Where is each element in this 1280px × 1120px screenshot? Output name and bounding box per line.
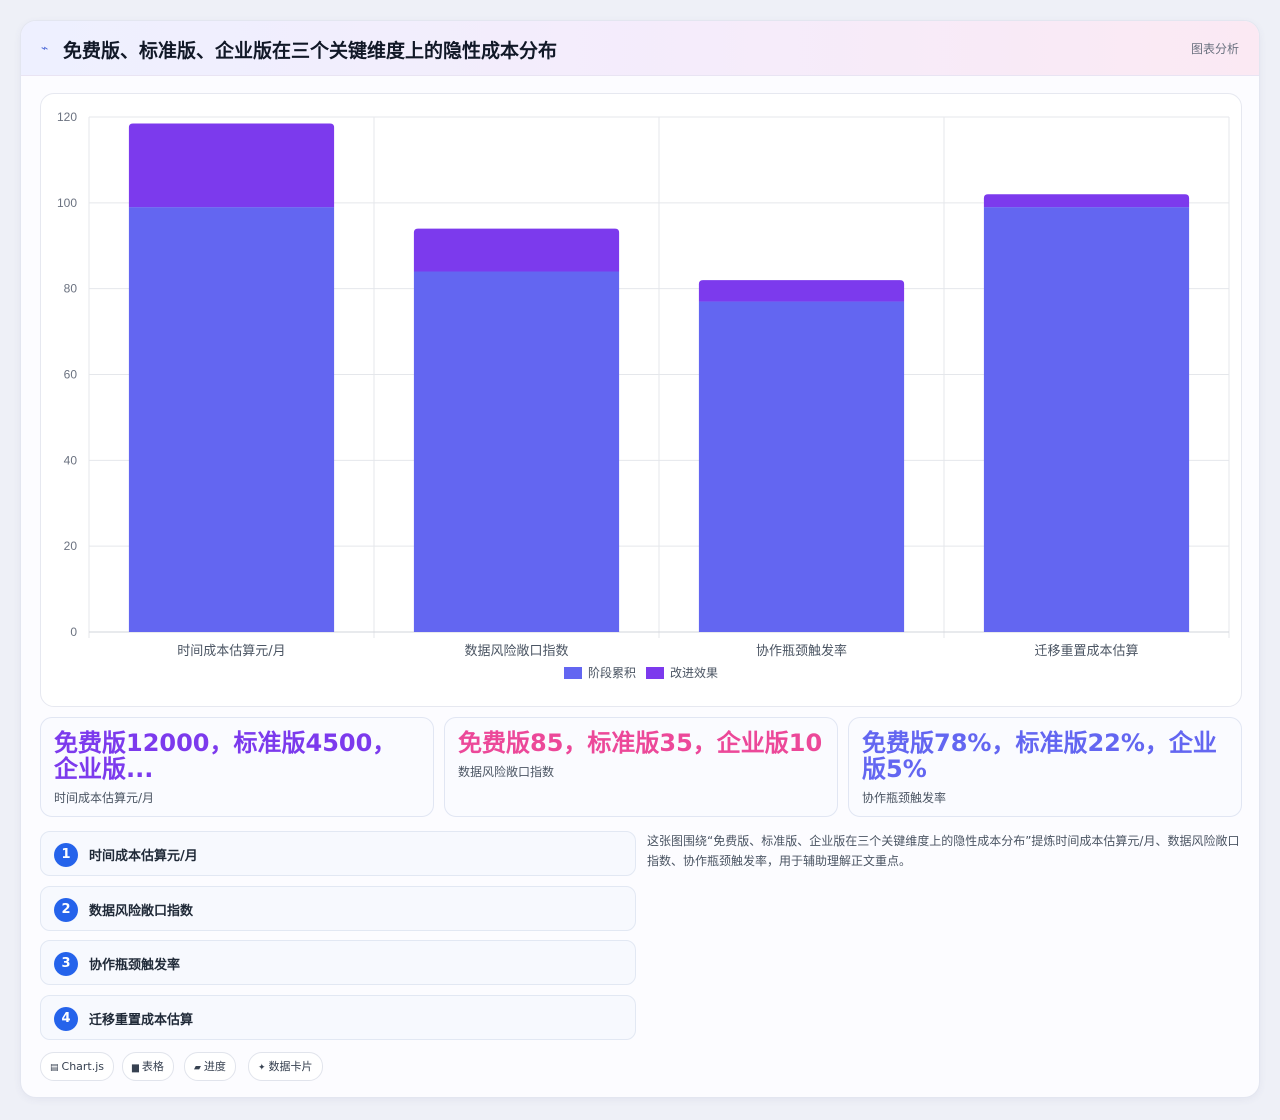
chip-label: 进度: [203, 1060, 226, 1073]
chip-table[interactable]: ▆ 表格: [122, 1052, 174, 1081]
step-label: 协作瓶颈触发率: [89, 958, 181, 973]
card-header: ⌁ 免费版、标准版、企业版在三个关键维度上的隐性成本分布 图表分析: [21, 21, 1259, 76]
bar-segment: [128, 123, 335, 208]
progress-icon: ▰: [194, 1063, 201, 1073]
step-number-badge: 1: [54, 843, 78, 867]
stat-label: 数据风险敞口指数: [458, 765, 555, 779]
stat-label: 时间成本估算元/月: [54, 791, 155, 805]
x-tick-label: 数据风险敞口指数: [464, 643, 568, 659]
step-label: 时间成本估算元/月: [89, 849, 198, 864]
bar-segment: [698, 301, 905, 632]
chart-description: 这张图围绕“免费版、标准版、企业版在三个关键维度上的隐性成本分布”提炼时间成本估…: [647, 834, 1240, 868]
x-tick-label: 迁移重置成本估算: [1034, 643, 1138, 659]
report-card: ⌁ 免费版、标准版、企业版在三个关键维度上的隐性成本分布 图表分析 0 20 40 6…: [20, 20, 1260, 1098]
stat-card-2: 免费版85，标准版35，企业版10 数据风险敞口指数: [444, 717, 838, 817]
bar-chart: 0 20 40 60 80 100 120 时间成本估算元/月 数据风险敞口指数 协作瓶颈触发率 迁…: [57, 110, 1230, 680]
step-item-2[interactable]: 2 数据风险敞口指数: [40, 886, 636, 931]
y-tick-label: 0: [70, 625, 77, 639]
bar-segment: [983, 207, 1190, 632]
page-title: 免费版、标准版、企业版在三个关键维度上的隐性成本分布: [63, 40, 558, 62]
stat-value: 免费版12000，标准版4500，企业版...: [54, 729, 397, 783]
step-number-badge: 2: [54, 898, 78, 922]
bar-segment: [413, 271, 620, 632]
bar-segment: [983, 194, 1190, 208]
legend-swatch: [564, 667, 582, 679]
legend-swatch: [646, 667, 664, 679]
bar-segment: [128, 207, 335, 632]
chip-label: 数据卡片: [268, 1060, 313, 1073]
y-tick-label: 120: [57, 110, 77, 124]
table-icon: ▤: [50, 1063, 59, 1073]
trend-icon: ⌁: [41, 41, 49, 55]
step-label: 数据风险敞口指数: [89, 904, 194, 919]
bar-segment: [413, 228, 620, 272]
y-tick-label: 80: [64, 282, 78, 296]
step-item-1[interactable]: 1 时间成本估算元/月: [40, 831, 636, 876]
y-tick-label: 40: [64, 453, 78, 467]
stat-label: 协作瓶颈触发率: [862, 791, 947, 805]
stat-card-1: 免费版12000，标准版4500，企业版... 时间成本估算元/月: [40, 717, 434, 817]
chip-chartjs[interactable]: ▤ Chart.js: [40, 1052, 115, 1081]
sparkle-icon: ✦: [258, 1063, 266, 1073]
legend-label: 阶段累积: [588, 665, 636, 680]
stat-card-3: 免费版78%，标准版22%，企业版5% 协作瓶颈触发率: [848, 717, 1242, 817]
stat-value: 免费版85，标准版35，企业版10: [458, 729, 823, 757]
chart-panel: 0 20 40 60 80 100 120 时间成本估算元/月 数据风险敞口指数 协作瓶颈触发率 迁…: [40, 93, 1242, 707]
x-tick-label: 时间成本估算元/月: [177, 644, 285, 659]
y-tick-label: 100: [57, 196, 77, 210]
step-number-badge: 4: [54, 1007, 78, 1031]
y-tick-label: 20: [64, 539, 78, 553]
header-tag: 图表分析: [1190, 42, 1239, 56]
chip-data-card[interactable]: ✦ 数据卡片: [248, 1052, 323, 1081]
legend-label: 改进效果: [670, 665, 718, 680]
step-number-badge: 3: [54, 952, 78, 976]
step-item-3[interactable]: 3 协作瓶颈触发率: [40, 940, 636, 985]
grid-icon: ▆: [132, 1063, 139, 1073]
stat-value: 免费版78%，标准版22%，企业版5%: [862, 729, 1217, 783]
chip-label: 表格: [141, 1060, 164, 1073]
chip-progress[interactable]: ▰ 进度: [184, 1052, 236, 1081]
y-tick-label: 60: [64, 368, 78, 382]
step-label: 迁移重置成本估算: [89, 1013, 194, 1028]
x-tick-label: 协作瓶颈触发率: [756, 643, 847, 659]
chip-label: Chart.js: [61, 1060, 105, 1073]
bar-segment: [698, 280, 905, 302]
step-item-4[interactable]: 4 迁移重置成本估算: [40, 995, 636, 1040]
